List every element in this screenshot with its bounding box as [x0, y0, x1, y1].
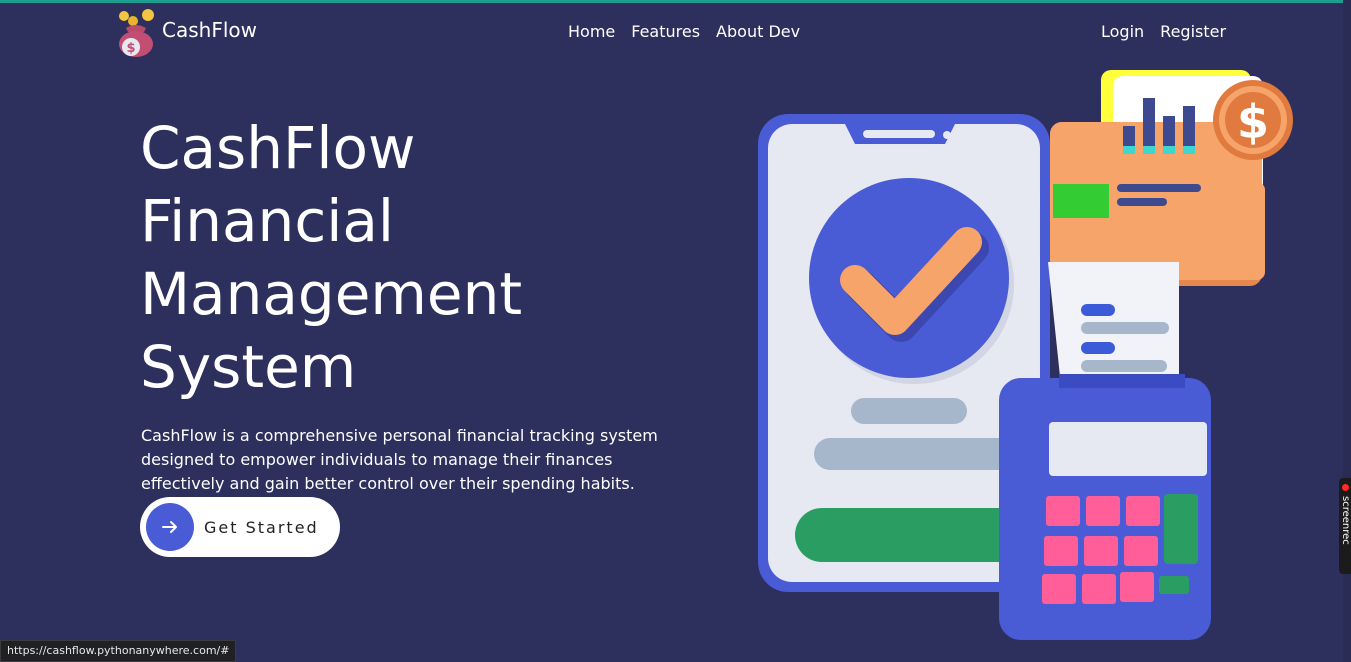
svg-text:$: $ [1237, 95, 1269, 149]
screenrec-side-tab[interactable]: screenrec [1339, 478, 1351, 574]
login-link[interactable]: Login [1101, 22, 1144, 41]
nav-home-link[interactable]: Home [568, 22, 615, 41]
hero-title: CashFlow Financial Management System [140, 112, 522, 404]
hero-title-line: CashFlow [140, 114, 416, 182]
arrow-right-icon [146, 503, 194, 551]
brand[interactable]: $ CashFlow [114, 8, 257, 58]
record-dot-icon [1342, 484, 1349, 491]
screenrec-label: screenrec [1340, 496, 1351, 545]
hero-description: CashFlow is a comprehensive personal fin… [141, 426, 658, 493]
svg-text:$: $ [126, 41, 135, 56]
register-link[interactable]: Register [1160, 22, 1226, 41]
top-accent-line [0, 0, 1351, 3]
brand-name: CashFlow [162, 18, 257, 42]
finance-illustration: $ [758, 70, 1293, 640]
hero-title-line: Financial [140, 187, 394, 255]
money-bag-icon: $ [119, 9, 154, 57]
nav-features-link[interactable]: Features [631, 22, 700, 41]
status-bar-url: https://cashflow.pythonanywhere.com/# [0, 640, 237, 662]
main-nav: Home Features About Dev [568, 22, 800, 41]
nav-about-dev-link[interactable]: About Dev [716, 22, 800, 41]
auth-nav: Login Register [1101, 22, 1226, 41]
get-started-button[interactable]: Get Started [140, 497, 340, 557]
hero-title-line: Management [140, 260, 523, 328]
hero-title-line: System [140, 333, 357, 401]
get-started-label: Get Started [204, 517, 319, 537]
